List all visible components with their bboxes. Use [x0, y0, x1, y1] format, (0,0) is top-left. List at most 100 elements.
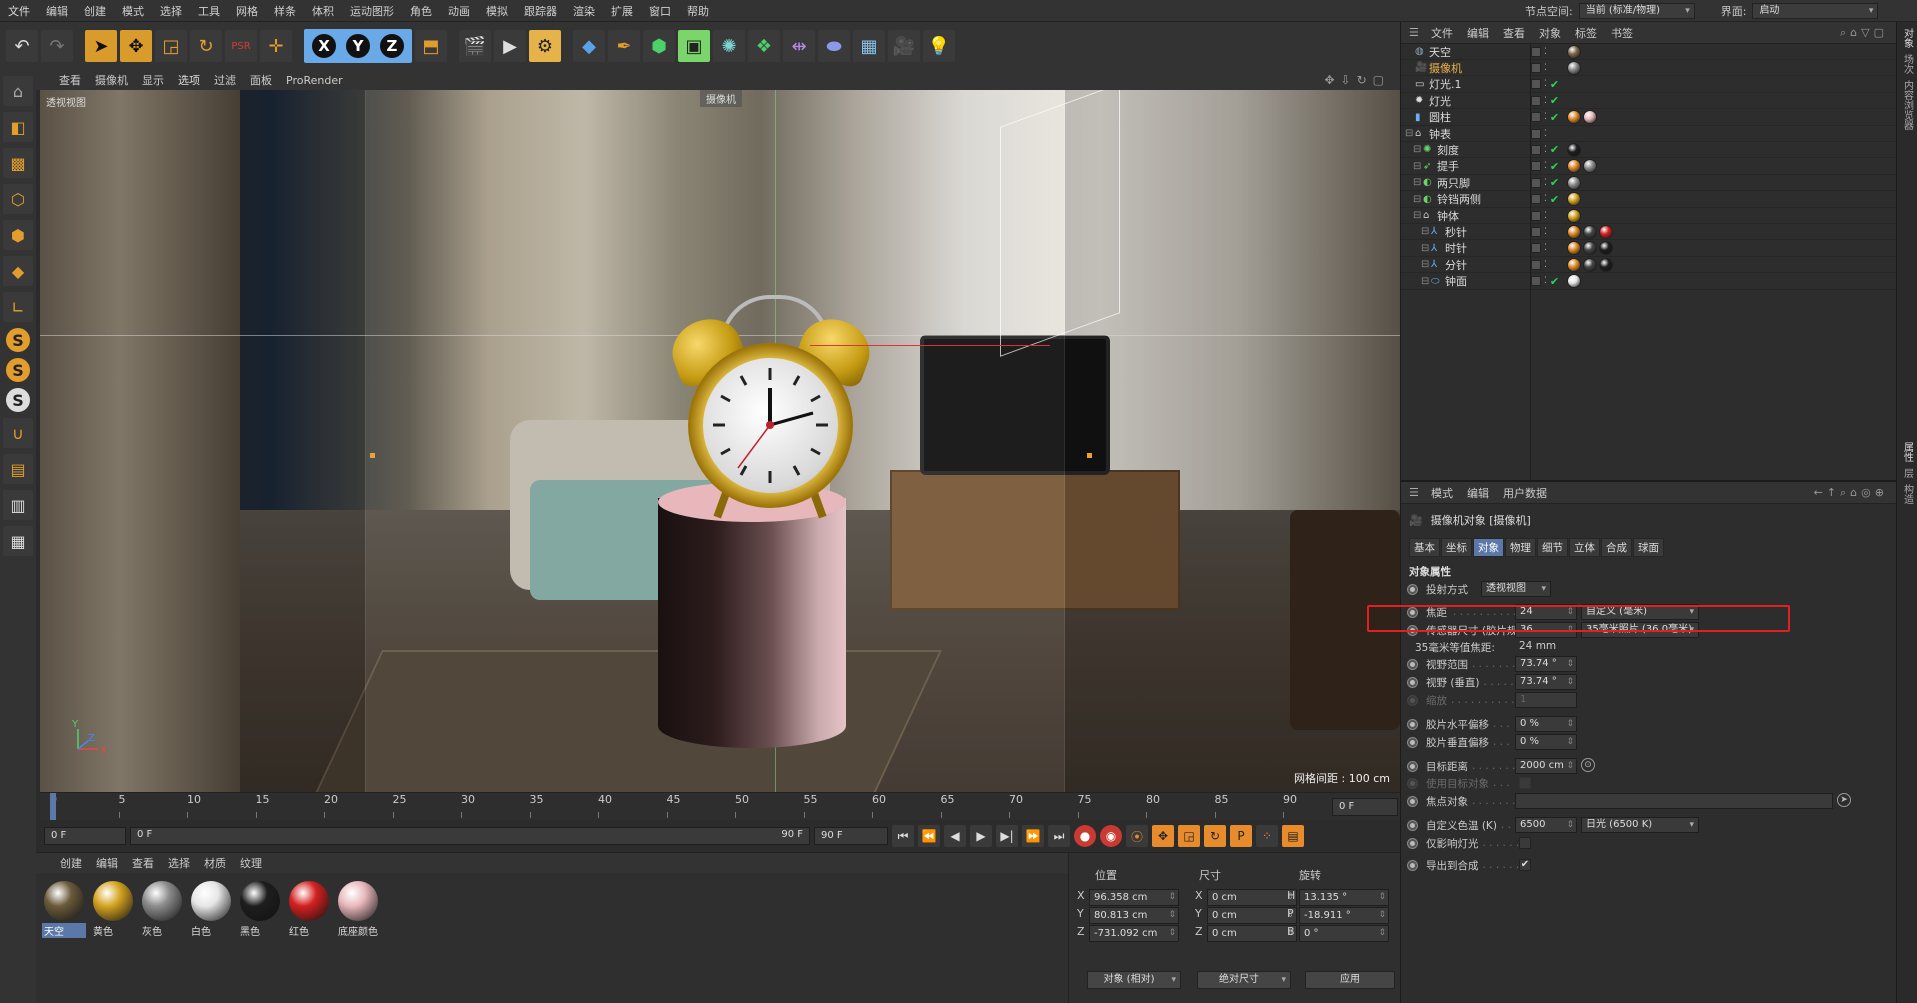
- enabled-check-icon[interactable]: ✔: [1550, 160, 1559, 173]
- coord-mode-select[interactable]: 对象 (相对): [1087, 971, 1181, 989]
- animate-radio[interactable]: [1407, 837, 1418, 849]
- expand-icon[interactable]: ⊟: [1405, 128, 1413, 139]
- expand-icon[interactable]: ⊟: [1413, 194, 1421, 205]
- enabled-check-icon[interactable]: ✔: [1550, 94, 1559, 107]
- visibility-dots-icon[interactable]: ⁚: [1544, 112, 1547, 122]
- layer-flag-icon[interactable]: [1531, 210, 1541, 221]
- material-swatch[interactable]: 天空: [42, 881, 86, 938]
- menu-character[interactable]: 角色: [402, 3, 440, 19]
- visibility-dots-icon[interactable]: ⁚: [1544, 260, 1547, 270]
- visibility-dots-icon[interactable]: ⁚: [1544, 96, 1547, 106]
- object-name[interactable]: 铃铛两侧: [1437, 191, 1481, 207]
- key-scale-icon[interactable]: ◲: [1178, 825, 1200, 847]
- material-menu-texture[interactable]: 纹理: [240, 855, 262, 871]
- scale-icon[interactable]: ◲: [155, 30, 187, 62]
- visibility-dots-icon[interactable]: ⁚: [1544, 243, 1547, 253]
- object-menu-edit[interactable]: 编辑: [1467, 25, 1489, 41]
- lock-workplane-icon[interactable]: ▥: [3, 490, 33, 520]
- object-name[interactable]: 提手: [1437, 158, 1459, 174]
- material-tag-icon[interactable]: [1583, 110, 1597, 125]
- perspective-viewport[interactable]: 透视视图 摄像机 Y Z X 网格间距 : 100 cm: [40, 90, 1400, 792]
- material-tag-icon[interactable]: [1583, 224, 1597, 239]
- object-name[interactable]: 钟面: [1445, 273, 1467, 289]
- visibility-dots-icon[interactable]: ⁚: [1544, 79, 1547, 89]
- goto-end-icon[interactable]: ⏭: [1048, 825, 1070, 847]
- record-icon[interactable]: ●: [1074, 825, 1096, 847]
- pick-object-icon[interactable]: ➤: [1837, 793, 1851, 807]
- menu-spline[interactable]: 样条: [266, 3, 304, 19]
- material-tag-icon[interactable]: [1567, 142, 1581, 157]
- layer-flag-icon[interactable]: [1531, 177, 1541, 188]
- material-tag-icon[interactable]: [1583, 241, 1597, 256]
- material-tag-icon[interactable]: [1567, 274, 1581, 289]
- visibility-dots-icon[interactable]: ⁚: [1544, 178, 1547, 188]
- camera-handle-right[interactable]: [1087, 453, 1092, 458]
- coord-position-input[interactable]: -731.092 cm: [1089, 925, 1179, 942]
- object-row[interactable]: ⊟ ◐ 两只脚 ⁚ ✔: [1401, 175, 1897, 192]
- visibility-dots-icon[interactable]: ⁚: [1544, 161, 1547, 171]
- magnet-icon[interactable]: ∪: [3, 418, 33, 448]
- redo-icon[interactable]: ↷: [41, 30, 73, 62]
- animate-radio[interactable]: [1407, 676, 1418, 688]
- material-swatch[interactable]: 灰色: [140, 881, 184, 938]
- workplane-icon[interactable]: ▤: [3, 454, 33, 484]
- menu-mesh[interactable]: 网格: [228, 3, 266, 19]
- object-row[interactable]: ⊟ ⌂ 钟表 ⁚: [1401, 126, 1897, 142]
- projection-select[interactable]: 透视视图: [1481, 581, 1551, 597]
- expand-icon[interactable]: ⊟: [1421, 259, 1429, 270]
- live-select-icon[interactable]: ➤: [85, 30, 117, 62]
- coord-size-input[interactable]: 0 cm: [1207, 925, 1297, 942]
- object-row[interactable]: ⊟ ➶ 提手 ⁚ ✔: [1401, 159, 1897, 175]
- coord-rotation-input[interactable]: -18.911 °: [1299, 907, 1389, 924]
- key-pla-icon[interactable]: ⁘: [1256, 825, 1278, 847]
- material-menu-select[interactable]: 选择: [168, 855, 190, 871]
- expand-icon[interactable]: ⊟: [1413, 177, 1421, 188]
- camera-icon[interactable]: 🎥: [888, 30, 920, 62]
- object-name[interactable]: 灯光.1: [1429, 76, 1462, 92]
- focus-object-link[interactable]: [1515, 793, 1833, 809]
- viewport-menu-display[interactable]: 显示: [135, 72, 171, 88]
- material-menu-edit[interactable]: 编辑: [96, 855, 118, 871]
- object-menu-view[interactable]: 查看: [1503, 25, 1525, 41]
- points-mode-icon[interactable]: ⬡: [3, 184, 33, 214]
- object-name[interactable]: 摄像机: [1429, 60, 1462, 76]
- coord-size-select[interactable]: 绝对尺寸: [1197, 971, 1291, 989]
- object-name[interactable]: 灯光: [1429, 93, 1451, 109]
- object-row[interactable]: ◍ 天空 ⁚: [1401, 44, 1897, 60]
- object-row[interactable]: 🎥 摄像机 ⁚: [1401, 60, 1897, 77]
- enabled-check-icon[interactable]: ✔: [1550, 111, 1559, 124]
- x-axis-icon[interactable]: X: [310, 32, 338, 60]
- next-key-icon[interactable]: ⏩: [1022, 825, 1044, 847]
- attr-menu-mode[interactable]: 模式: [1431, 485, 1453, 501]
- tab-composition[interactable]: 合成: [1601, 538, 1632, 557]
- viewport-menu-prorender[interactable]: ProRender: [279, 74, 350, 87]
- visibility-dots-icon[interactable]: ⁚: [1544, 145, 1547, 155]
- side-tab-structure[interactable]: 构造: [1900, 484, 1915, 504]
- menu-help[interactable]: 帮助: [679, 3, 717, 19]
- material-tag-icon[interactable]: [1599, 241, 1613, 256]
- object-menu-tags[interactable]: 标签: [1575, 25, 1597, 41]
- tab-spherical[interactable]: 球面: [1633, 538, 1664, 557]
- viewport-menu-view[interactable]: 查看: [52, 72, 88, 88]
- object-name[interactable]: 刻度: [1437, 142, 1459, 158]
- enabled-check-icon[interactable]: ✔: [1550, 78, 1559, 91]
- menu-simulate[interactable]: 模拟: [478, 3, 516, 19]
- menu-animate[interactable]: 动画: [440, 3, 478, 19]
- render-view-icon[interactable]: 🎬: [459, 30, 491, 62]
- menu-volume[interactable]: 体积: [304, 3, 342, 19]
- visibility-dots-icon[interactable]: ⁚: [1544, 227, 1547, 237]
- object-name[interactable]: 天空: [1429, 44, 1451, 60]
- visibility-dots-icon[interactable]: ⁚: [1544, 47, 1547, 57]
- viewport-nav-icons[interactable]: ✥⇩↻▢: [1324, 73, 1400, 87]
- tab-details[interactable]: 细节: [1537, 538, 1568, 557]
- animate-radio[interactable]: [1407, 859, 1418, 871]
- menu-tools[interactable]: 工具: [190, 3, 228, 19]
- object-row[interactable]: ✹ 灯光 ⁚ ✔: [1401, 93, 1897, 110]
- coord-rotation-input[interactable]: 13.135 °: [1299, 889, 1389, 906]
- shifty-input[interactable]: 0 %: [1515, 734, 1577, 750]
- deformer-icon[interactable]: ✺: [713, 30, 745, 62]
- expand-icon[interactable]: ⊟: [1421, 243, 1429, 254]
- camera-handle-left[interactable]: [370, 453, 375, 458]
- material-swatch[interactable]: 白色: [189, 881, 233, 938]
- menu-window[interactable]: 窗口: [641, 3, 679, 19]
